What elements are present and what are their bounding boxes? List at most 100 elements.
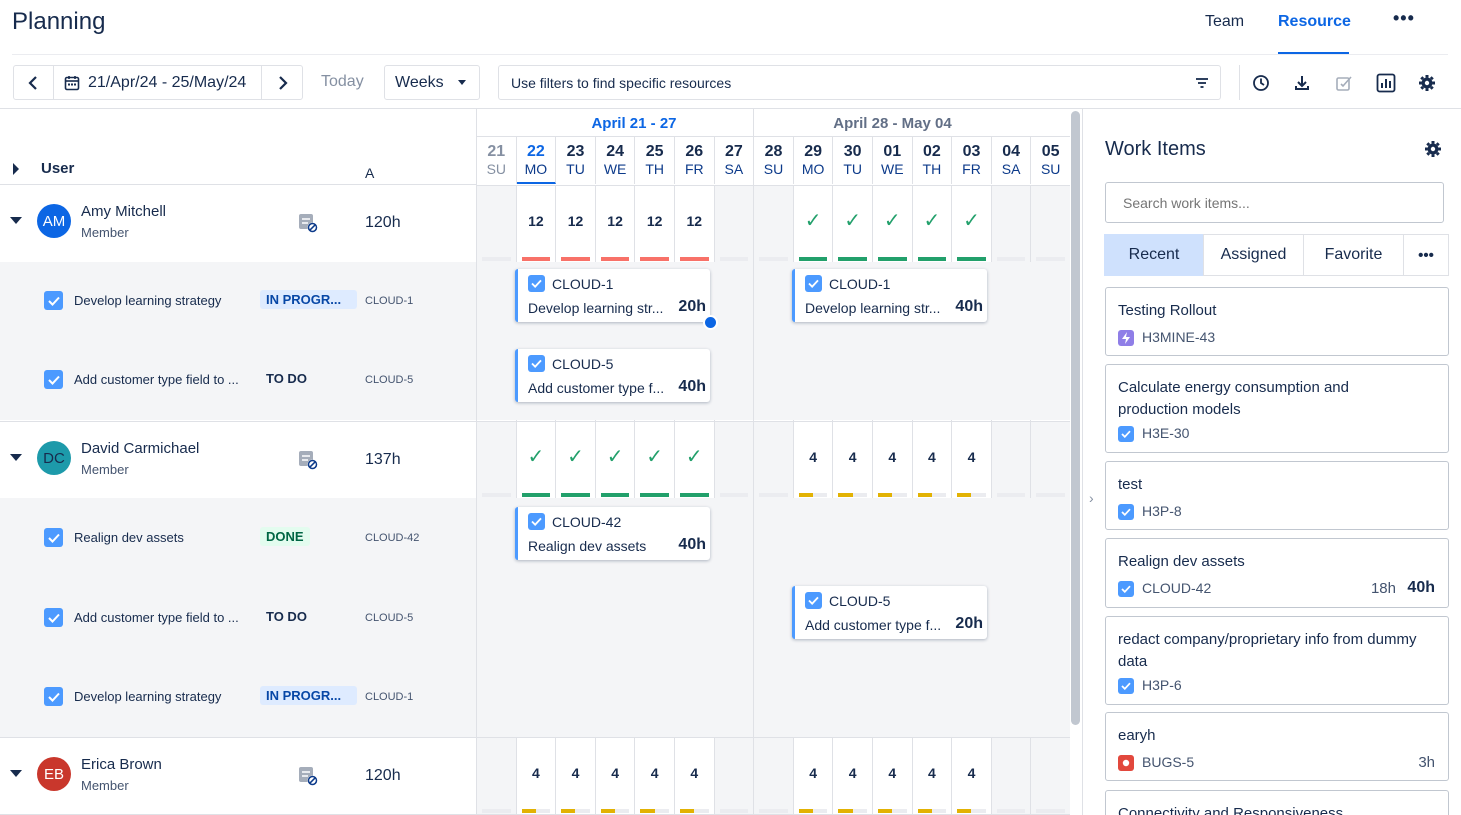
collapse-icon[interactable] [10,770,22,778]
user-name[interactable]: Amy Mitchell [81,203,166,220]
capacity-cell[interactable]: 4 [675,738,714,814]
capacity-cell[interactable]: 4 [833,738,872,814]
check-icon: ✓ [804,210,822,232]
capacity-cell[interactable]: 4 [912,738,952,814]
collapse-icon[interactable] [10,217,22,225]
gear-icon[interactable] [1415,71,1439,95]
capacity-cell[interactable]: 4 [793,738,833,814]
user-row[interactable]: DC David Carmichael Member 137h [0,421,476,499]
work-items-search-input[interactable] [1105,182,1444,223]
capacity-cell[interactable]: 4 [873,422,912,498]
work-item[interactable]: Connectivity and Responsiveness [1105,790,1449,815]
availability-column-label[interactable]: A [365,165,374,181]
capacity-cell[interactable]: ✓ [793,186,833,262]
capacity-cell[interactable]: 12 [516,186,556,262]
history-icon[interactable] [1249,71,1273,95]
capacity-value: 12 [686,213,703,229]
expand-all-icon[interactable] [12,163,20,175]
capacity-cell[interactable]: 4 [516,738,556,814]
capacity-cell[interactable]: 12 [635,186,674,262]
prev-period-button[interactable] [13,65,53,100]
user-row[interactable]: AM Amy Mitchell Member 120h [0,185,476,263]
work-item[interactable]: Realign dev assets CLOUD-42 18h 40h [1105,538,1449,608]
task-name[interactable]: Realign dev assets [74,530,184,545]
capacity-cell[interactable]: 4 [873,738,912,814]
calendar-block-icon[interactable] [297,765,319,787]
user-row[interactable]: EB Erica Brown Member 120h [0,737,476,815]
calendar-block-icon[interactable] [297,212,319,234]
task-name[interactable]: Develop learning strategy [74,689,221,704]
status-badge: DONE [260,527,310,546]
filter-icon[interactable] [1194,75,1210,91]
download-icon[interactable] [1290,71,1314,95]
capacity-cell[interactable]: ✓ [873,186,912,262]
capacity-cell[interactable]: ✓ [595,422,635,498]
work-item-card[interactable]: CLOUD-5 Add customer type f... 20h [792,586,987,639]
capacity-cell[interactable]: ✓ [516,422,556,498]
work-item-card[interactable]: CLOUD-1 Develop learning str... 40h [792,269,987,322]
tab-team[interactable]: Team [1205,13,1244,31]
work-item[interactable]: Calculate energy consumption and product… [1105,364,1449,453]
task-key[interactable]: CLOUD-5 [365,374,413,386]
calendar-block-icon[interactable] [297,449,319,471]
task-name[interactable]: Add customer type field to ... [74,372,239,387]
task-name[interactable]: Add customer type field to ... [74,610,239,625]
capacity-cell[interactable]: 4 [556,738,595,814]
more-options-icon[interactable]: ••• [1393,8,1415,29]
card-key: CLOUD-5 [552,356,614,372]
capacity-cell[interactable]: 12 [675,186,714,262]
work-item[interactable]: test H3P-8 [1105,461,1449,530]
user-name[interactable]: Erica Brown [81,756,162,773]
work-item[interactable]: earyh BUGS-5 3h [1105,712,1449,781]
capacity-cell[interactable]: 4 [635,738,674,814]
user-column-label[interactable]: User [41,160,74,177]
capacity-cell[interactable]: 12 [556,186,595,262]
work-item-card[interactable]: CLOUD-1 Develop learning str... 20h [515,269,718,330]
today-button[interactable]: Today [321,73,364,91]
capacity-cell[interactable]: ✓ [556,422,595,498]
work-item-key: H3E-30 [1142,425,1190,441]
capacity-cell[interactable]: 4 [793,422,833,498]
vertical-scrollbar[interactable] [1071,111,1080,725]
task-key[interactable]: CLOUD-1 [365,691,413,703]
edit-checkbox-icon[interactable] [1332,71,1356,95]
task-key[interactable]: CLOUD-1 [365,295,413,307]
filter-placeholder: Use filters to find specific resources [511,74,732,91]
collapse-icon[interactable] [10,454,22,462]
capacity-cell[interactable]: 12 [595,186,635,262]
task-key[interactable]: CLOUD-42 [365,532,419,544]
capacity-cell[interactable]: 4 [912,422,952,498]
capacity-cell[interactable]: 4 [952,422,991,498]
work-item-card[interactable]: CLOUD-42 Realign dev assets 40h [515,507,710,560]
work-item[interactable]: redact company/proprietary info from dum… [1105,616,1449,705]
capacity-cell[interactable]: ✓ [635,422,674,498]
next-period-button[interactable] [262,65,303,100]
report-icon[interactable] [1374,71,1398,95]
capacity-cell[interactable]: ✓ [833,186,872,262]
day-header: 01 WE [873,136,913,184]
capacity-cell[interactable]: 4 [952,738,991,814]
gear-icon[interactable] [1424,140,1442,163]
capacity-cell[interactable]: ✓ [952,186,991,262]
user-name[interactable]: David Carmichael [81,440,199,457]
task-name[interactable]: Develop learning strategy [74,293,221,308]
capacity-cell[interactable]: ✓ [912,186,952,262]
more-options-icon[interactable]: ••• [1403,234,1449,276]
tab-recent[interactable]: Recent [1104,234,1204,276]
resource-filter-input[interactable]: Use filters to find specific resources [498,65,1221,100]
weekend-cell [991,186,1031,262]
work-item[interactable]: Testing Rollout H3MINE-43 [1105,287,1449,356]
day-abbr: FR [962,161,981,177]
chevron-right-icon[interactable]: › [1089,490,1094,506]
view-select[interactable]: Weeks [384,65,480,100]
work-item-card[interactable]: CLOUD-5 Add customer type f... 40h [515,349,710,402]
day-number: 28 [764,143,783,160]
date-range-button[interactable]: 21/Apr/24 - 25/May/24 [64,65,246,100]
tab-favorite[interactable]: Favorite [1303,234,1404,276]
capacity-cell[interactable]: 4 [595,738,635,814]
task-key[interactable]: CLOUD-5 [365,612,413,624]
capacity-cell[interactable]: ✓ [675,422,714,498]
tab-assigned[interactable]: Assigned [1203,234,1304,276]
capacity-cell[interactable]: 4 [833,422,872,498]
tab-resource[interactable]: Resource [1278,13,1351,31]
